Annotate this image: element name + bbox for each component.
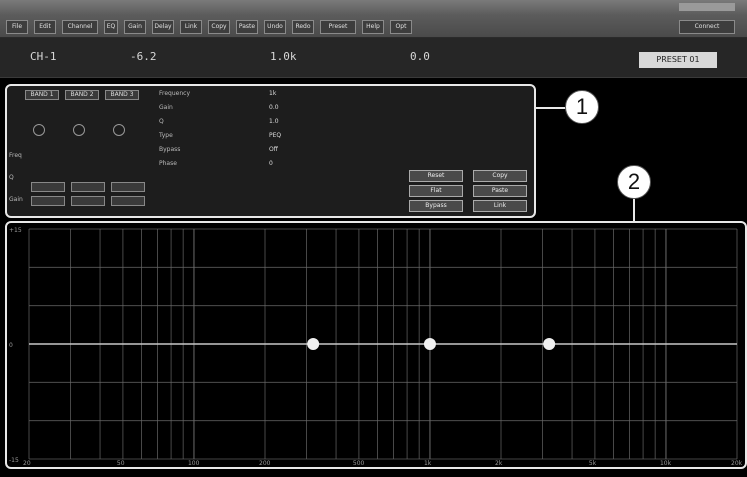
info-readout-1: CH-1	[30, 50, 57, 63]
menu-bar: Connect File Edit Channel EQ Gain Delay Link Co…	[0, 0, 747, 38]
menu-button-preset[interactable]: Preset	[320, 20, 356, 34]
menu-button-undo[interactable]: Undo	[264, 20, 286, 34]
callout-1-badge: 1	[565, 90, 599, 124]
menu-button-eq[interactable]: EQ	[104, 20, 118, 34]
window-controls[interactable]	[679, 3, 735, 11]
info-bar: PRESET 01 CH-1 -6.2 1.0k 0.0	[0, 38, 747, 78]
menu-button-help[interactable]: Help	[362, 20, 384, 34]
menu-button-paste[interactable]: Paste	[236, 20, 258, 34]
menu-button-link[interactable]: Link	[180, 20, 202, 34]
callout-1-outline	[5, 84, 536, 218]
callout-2-leader	[633, 198, 635, 221]
menu-button-opt[interactable]: Opt	[390, 20, 412, 34]
callout-2-badge: 2	[617, 165, 651, 199]
menu-button-delay[interactable]: Delay	[152, 20, 174, 34]
callout-2-outline	[5, 221, 747, 469]
menu-button-edit[interactable]: Edit	[34, 20, 56, 34]
menu-button-copy[interactable]: Copy	[208, 20, 230, 34]
menu-button-channel[interactable]: Channel	[62, 20, 98, 34]
info-readout-2: -6.2	[130, 50, 157, 63]
preset-display[interactable]: PRESET 01	[639, 52, 717, 68]
connect-button[interactable]: Connect	[679, 20, 735, 34]
info-readout-4: 0.0	[410, 50, 430, 63]
callout-1-leader	[536, 107, 566, 109]
info-readout-3: 1.0k	[270, 50, 297, 63]
menu-button-gain[interactable]: Gain	[124, 20, 146, 34]
menu-button-file[interactable]: File	[6, 20, 28, 34]
menu-button-redo[interactable]: Redo	[292, 20, 314, 34]
